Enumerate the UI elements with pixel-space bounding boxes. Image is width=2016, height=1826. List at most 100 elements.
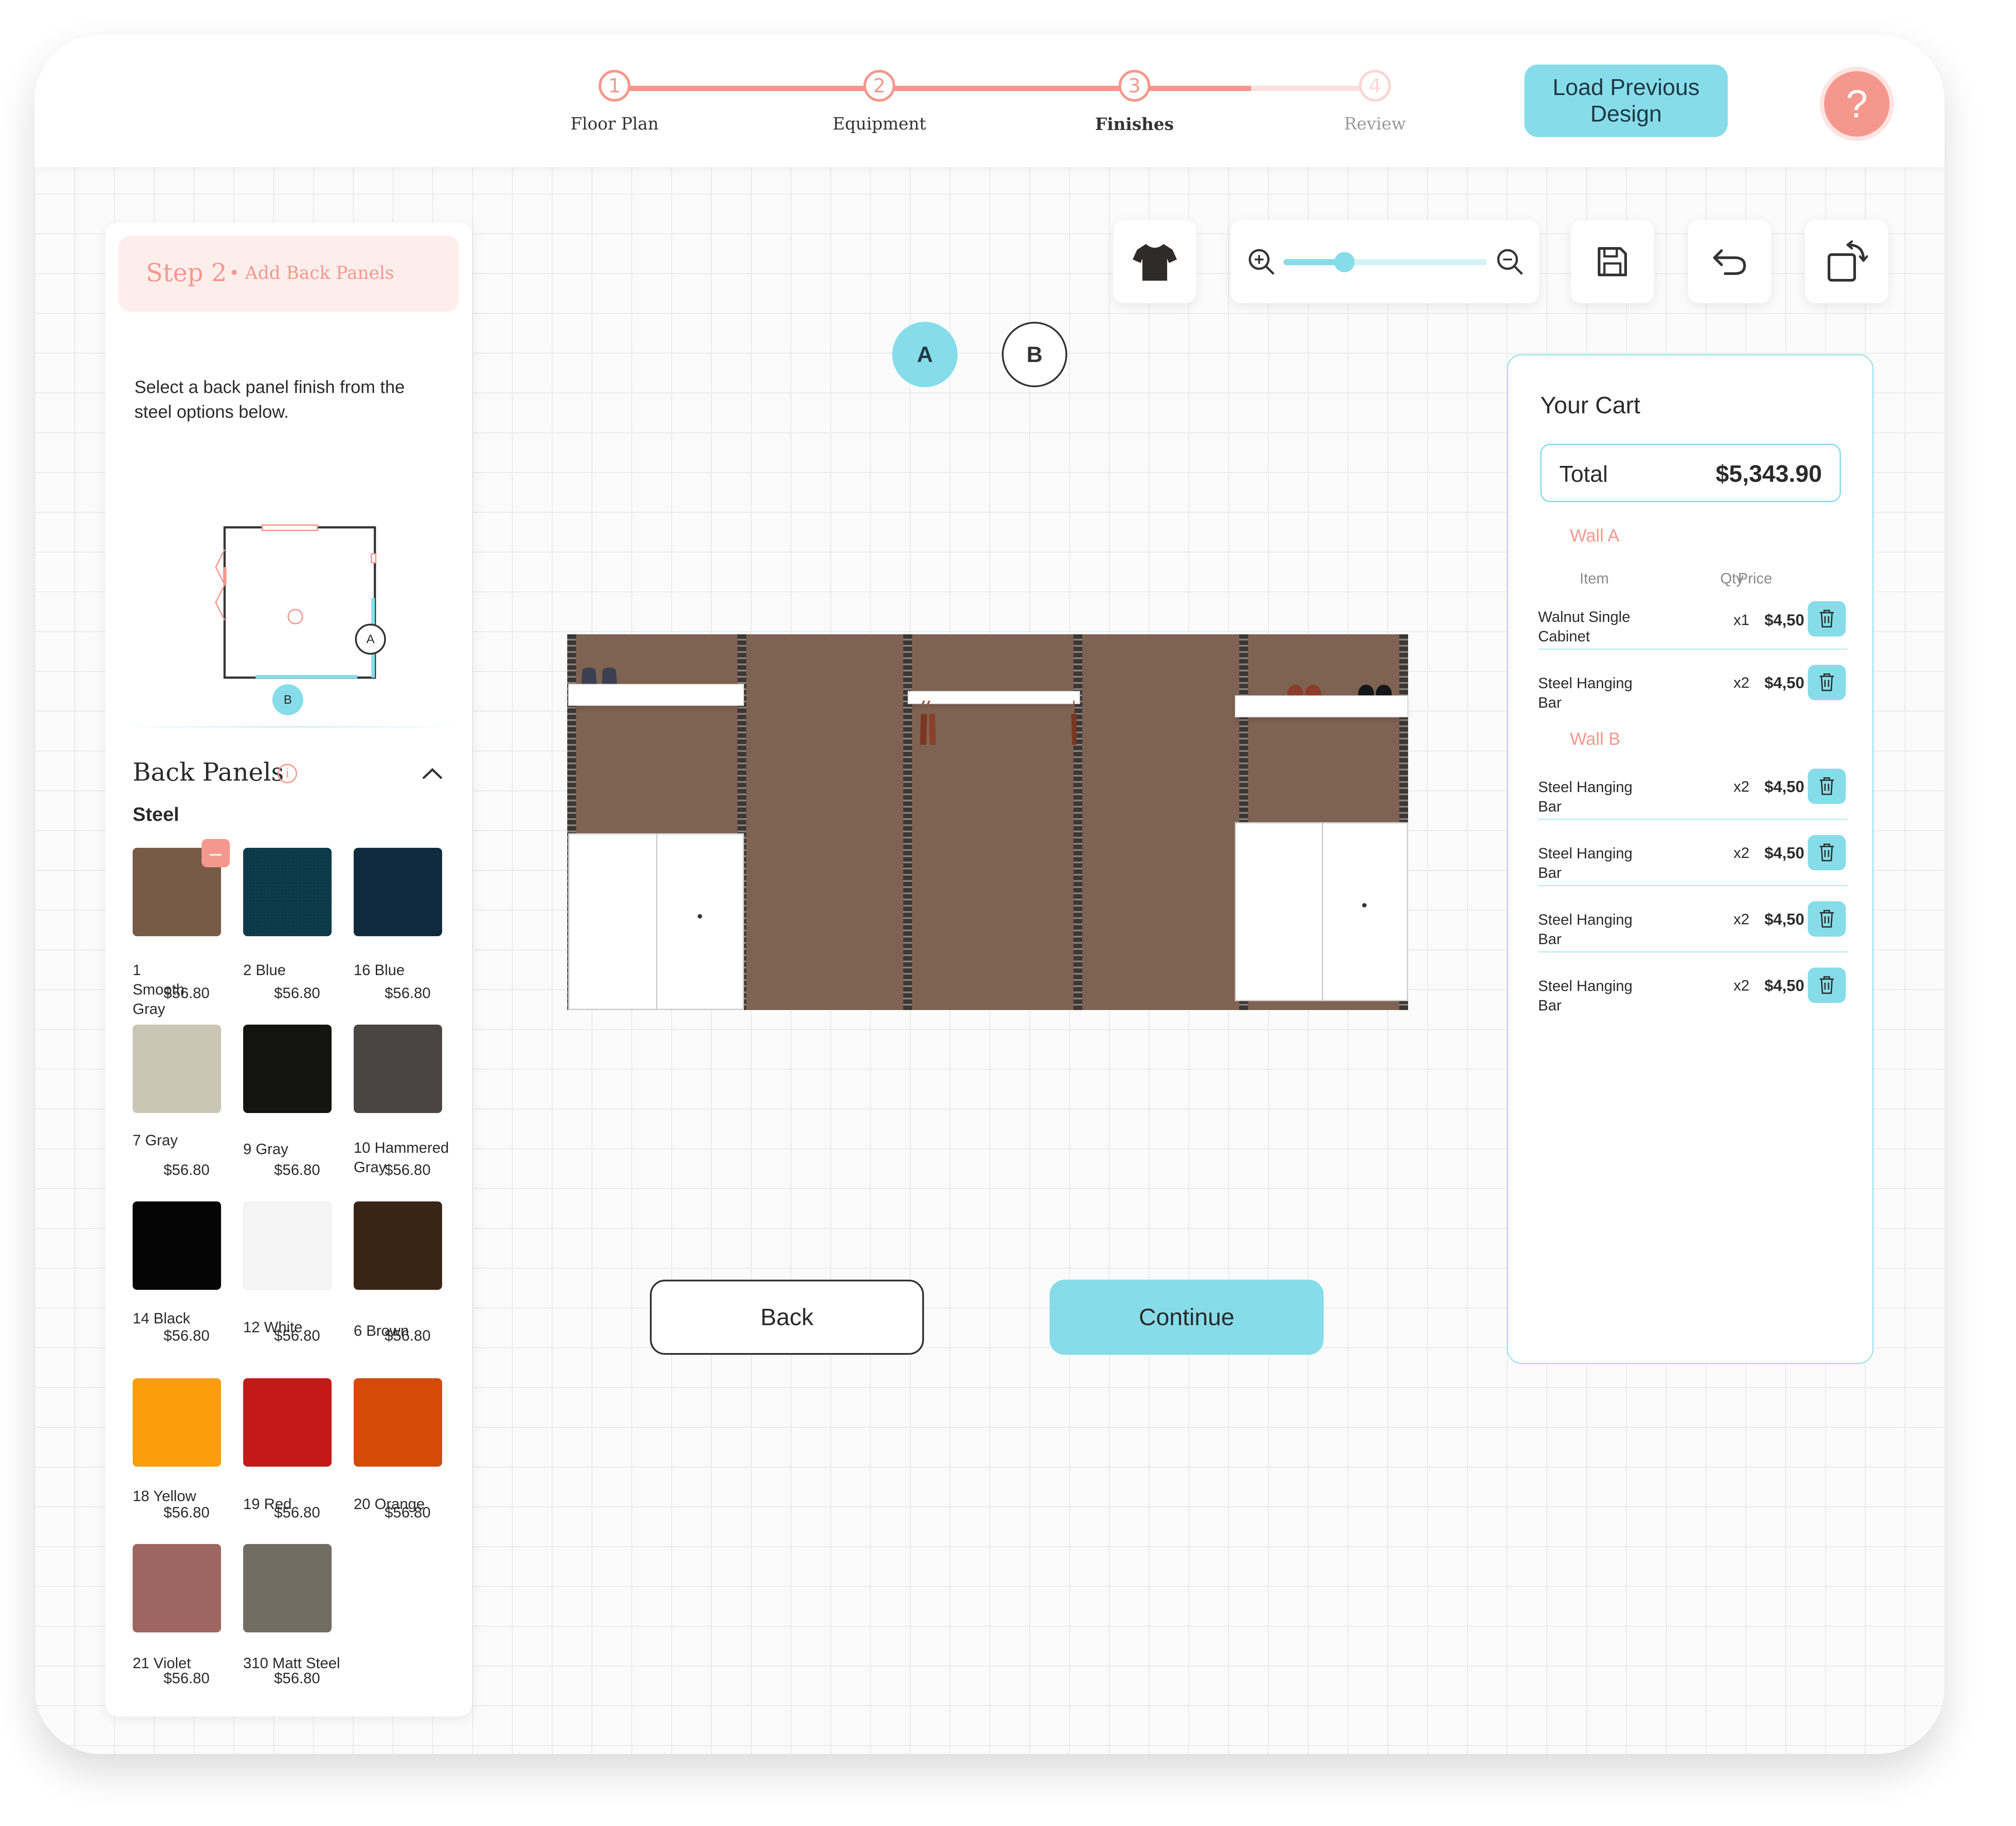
delete-item-button[interactable] — [1808, 665, 1846, 700]
swatch-price: $56.80 — [164, 1162, 210, 1178]
back-button[interactable]: Back — [650, 1280, 924, 1355]
floorplan-thumbnail[interactable] — [211, 514, 379, 691]
back-panel — [746, 634, 903, 1010]
divider — [118, 726, 459, 728]
swatch-price: $56.80 — [164, 1504, 210, 1521]
cabinet[interactable] — [1235, 822, 1408, 1001]
cabinet-knob — [1362, 903, 1367, 907]
step-3-circle[interactable]: 3 — [1119, 70, 1150, 102]
swatch-16-blue[interactable] — [354, 848, 442, 936]
step-instructions: Select a back panel finish from the stee… — [134, 377, 405, 422]
zoom-slider-thumb[interactable] — [1334, 252, 1355, 272]
cart-item-qty: x2 — [1733, 778, 1749, 795]
hanger-icon — [920, 701, 936, 745]
swatch-price: $56.80 — [385, 1162, 431, 1178]
swatch-10-hammered-gray[interactable] — [354, 1025, 442, 1113]
swatch-6-brown[interactable] — [354, 1201, 442, 1290]
shirt-icon — [1133, 244, 1177, 281]
cabinet-knob — [698, 914, 702, 919]
cart-total: Total $5,343.90 — [1540, 444, 1841, 502]
cart-panel: Your Cart Total $5,343.90 Wall A Item Qt… — [1507, 354, 1874, 1364]
wardrobe-view-button[interactable] — [1113, 220, 1196, 303]
cart-item-name: Steel Hanging Bar — [1538, 978, 1633, 1014]
col-item-header: Item — [1580, 570, 1609, 587]
swatch-2-blue[interactable] — [243, 848, 332, 936]
step-4-label[interactable]: Review — [1344, 114, 1406, 133]
hanger-icon — [1071, 701, 1077, 745]
swatch-19-red[interactable] — [243, 1378, 332, 1467]
cart-wall-a-title: Wall A — [1570, 526, 1619, 545]
swatch-20-orange[interactable] — [354, 1378, 442, 1467]
swatch-price: $56.80 — [164, 1327, 210, 1344]
swatch-price: $56.80 — [385, 1327, 431, 1344]
delete-item-button[interactable] — [1808, 901, 1846, 937]
cart-item-qty: x1 — [1733, 612, 1749, 629]
step-4-circle[interactable]: 4 — [1359, 70, 1391, 102]
continue-button[interactable]: Continue — [1050, 1280, 1324, 1355]
step-title: Step 2 — [146, 259, 227, 287]
delete-item-button[interactable] — [1808, 769, 1846, 804]
closet-elevation[interactable] — [567, 634, 1408, 1010]
info-icon[interactable]: i — [278, 764, 297, 783]
swatch-price: $56.80 — [164, 1670, 210, 1687]
save-button[interactable] — [1571, 220, 1654, 303]
step-2-circle[interactable]: 2 — [863, 70, 895, 102]
swatch-label: 2 Blue — [243, 962, 286, 979]
undo-button[interactable] — [1688, 220, 1771, 303]
zoom-in-icon[interactable] — [1247, 248, 1275, 276]
step-1-circle[interactable]: 1 — [599, 70, 630, 102]
remove-icon[interactable]: – — [202, 839, 230, 867]
swatch-7-gray[interactable] — [133, 1025, 221, 1113]
step-2-label[interactable]: Equipment — [832, 114, 926, 133]
swatch-310-matt-steel[interactable] — [243, 1544, 332, 1632]
undo-icon — [1713, 249, 1746, 275]
rotate-view-button[interactable] — [1805, 220, 1888, 303]
cart-separator — [1538, 819, 1848, 820]
wall-b-button[interactable]: B — [1002, 322, 1067, 387]
trash-icon — [1820, 777, 1834, 795]
swatch-9-gray[interactable] — [243, 1025, 332, 1113]
cart-wall-b-title: Wall B — [1570, 729, 1621, 749]
zoom-out-icon[interactable] — [1496, 248, 1524, 276]
help-icon[interactable]: ? — [1824, 71, 1890, 137]
swatch-price: $56.80 — [274, 1162, 320, 1178]
swatch-12-white[interactable] — [243, 1201, 332, 1290]
swatch-21-violet[interactable] — [133, 1544, 221, 1632]
step-1-label[interactable]: Floor Plan — [570, 114, 658, 133]
delete-item-button[interactable] — [1808, 835, 1846, 870]
cart-item-name: Steel Hanging Bar — [1538, 675, 1633, 711]
cart-item-name: Steel Hanging Bar — [1538, 911, 1633, 948]
wall-a-button[interactable]: A — [892, 322, 958, 387]
cart-item-name: Steel Hanging Bar — [1538, 845, 1633, 881]
swatch-price: $56.80 — [385, 1504, 431, 1521]
swatch-18-yellow[interactable] — [133, 1378, 221, 1467]
cabinet-door-divider — [656, 835, 657, 1009]
save-icon — [1598, 247, 1627, 276]
stepper-progress-fill — [615, 86, 1251, 91]
swatch-14-black[interactable] — [133, 1201, 221, 1290]
floorplan-marker-b[interactable]: B — [272, 684, 303, 715]
shelf — [568, 684, 744, 706]
sidebar: Step 2 • Add Back Panels Select a back p… — [105, 222, 472, 1716]
header: 1 2 3 4 Floor Plan Equipment Finishes Re… — [34, 34, 1944, 167]
chevron-up-icon[interactable] — [421, 767, 443, 780]
delete-item-button[interactable] — [1808, 968, 1846, 1003]
cart-separator — [1538, 648, 1848, 650]
load-previous-design-button[interactable]: Load Previous Design — [1524, 65, 1728, 137]
app-window: 1 2 3 4 Floor Plan Equipment Finishes Re… — [34, 34, 1944, 1754]
step-subtitle: • Add Back Panels — [229, 263, 394, 283]
step-3-label[interactable]: Finishes — [1095, 114, 1174, 134]
swatch-label: 16 Blue — [354, 962, 405, 979]
swatch-price: $56.80 — [274, 985, 320, 1002]
cart-item-qty: x2 — [1733, 977, 1749, 994]
section-title: Back Panels — [133, 758, 284, 787]
cabinet[interactable] — [568, 833, 744, 1010]
swatch-price: $56.80 — [274, 1327, 320, 1344]
cart-item-qty: x2 — [1733, 911, 1749, 928]
total-label: Total — [1559, 461, 1608, 487]
delete-item-button[interactable] — [1808, 601, 1846, 637]
cart-item-qty: x2 — [1733, 675, 1749, 691]
zoom-control — [1230, 220, 1539, 303]
floorplan-marker-a[interactable]: A — [355, 624, 386, 655]
trash-icon — [1820, 673, 1834, 691]
